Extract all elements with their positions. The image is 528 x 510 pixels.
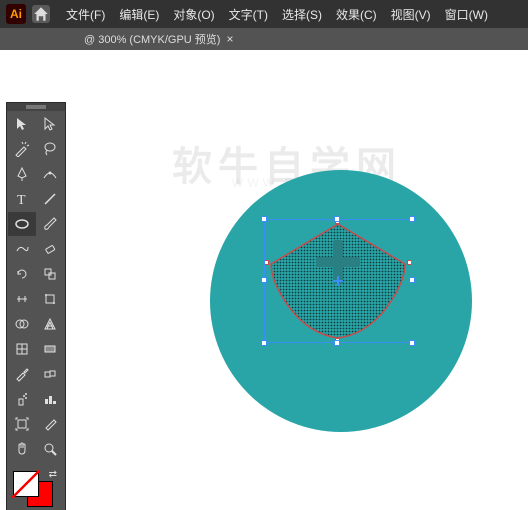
close-tab-icon[interactable]: ×	[226, 32, 233, 46]
resize-handle[interactable]	[409, 216, 415, 222]
resize-handle[interactable]	[409, 277, 415, 283]
tool-grid: T	[7, 111, 65, 465]
scale-tool[interactable]	[37, 262, 65, 286]
resize-handle[interactable]	[409, 340, 415, 346]
document-tab[interactable]: @ 300% (CMYK/GPU 预览) ×	[76, 28, 241, 50]
mesh-tool[interactable]	[8, 337, 36, 361]
fill-stroke-swatch[interactable]: ⇄	[11, 469, 59, 509]
zoom-tool[interactable]	[37, 437, 65, 461]
svg-text:T: T	[17, 193, 26, 207]
eraser-tool[interactable]	[37, 237, 65, 261]
swap-fill-stroke-icon[interactable]: ⇄	[49, 469, 57, 480]
menu-type[interactable]: 文字(T)	[223, 4, 274, 25]
gradient-tool[interactable]	[37, 337, 65, 361]
color-swatch-area: ⇄	[7, 465, 65, 510]
document-tab-bar: @ 300% (CMYK/GPU 预览) ×	[0, 28, 528, 50]
home-icon[interactable]	[32, 5, 50, 23]
hand-tool[interactable]	[8, 437, 36, 461]
panel-grip[interactable]	[7, 103, 65, 111]
type-tool[interactable]: T	[8, 187, 36, 211]
symbol-sprayer-tool[interactable]	[8, 387, 36, 411]
slice-tool[interactable]	[37, 412, 65, 436]
menu-window[interactable]: 窗口(W)	[439, 4, 494, 25]
resize-handle[interactable]	[261, 216, 267, 222]
magic-wand-tool[interactable]	[8, 137, 36, 161]
eyedropper-tool[interactable]	[8, 362, 36, 386]
rotate-tool[interactable]	[8, 262, 36, 286]
resize-handle[interactable]	[261, 277, 267, 283]
menu-view[interactable]: 视图(V)	[385, 4, 437, 25]
lasso-tool[interactable]	[37, 137, 65, 161]
menu-select[interactable]: 选择(S)	[276, 4, 328, 25]
document-tab-title: @ 300% (CMYK/GPU 预览)	[84, 31, 220, 47]
resize-handle[interactable]	[261, 340, 267, 346]
selection-tool[interactable]	[8, 112, 36, 136]
selection-bounding-box[interactable]	[264, 219, 412, 343]
artboard-tool[interactable]	[8, 412, 36, 436]
perspective-grid-tool[interactable]	[37, 312, 65, 336]
width-tool[interactable]	[8, 287, 36, 311]
column-graph-tool[interactable]	[37, 387, 65, 411]
tools-panel: T	[6, 102, 66, 510]
direct-selection-tool[interactable]	[37, 112, 65, 136]
resize-handle[interactable]	[334, 216, 340, 222]
canvas[interactable]: 软牛自学网 WWW.RJZXW.COM	[72, 50, 528, 510]
menu-object[interactable]: 对象(O)	[167, 4, 220, 25]
blend-tool[interactable]	[37, 362, 65, 386]
app-logo-icon: Ai	[6, 4, 26, 24]
menu-bar: Ai 文件(F) 编辑(E) 对象(O) 文字(T) 选择(S) 效果(C) 视…	[0, 0, 528, 28]
paintbrush-tool[interactable]	[37, 212, 65, 236]
center-point-icon	[333, 276, 343, 286]
shape-builder-tool[interactable]	[8, 312, 36, 336]
menu-file[interactable]: 文件(F)	[60, 4, 111, 25]
menu-effect[interactable]: 效果(C)	[330, 4, 383, 25]
line-segment-tool[interactable]	[37, 187, 65, 211]
pen-tool[interactable]	[8, 162, 36, 186]
fill-swatch[interactable]	[13, 471, 39, 497]
menu-edit[interactable]: 编辑(E)	[113, 4, 165, 25]
free-transform-tool[interactable]	[37, 287, 65, 311]
ellipse-tool[interactable]	[8, 212, 36, 236]
resize-handle[interactable]	[334, 340, 340, 346]
curvature-tool[interactable]	[37, 162, 65, 186]
shaper-tool[interactable]	[8, 237, 36, 261]
